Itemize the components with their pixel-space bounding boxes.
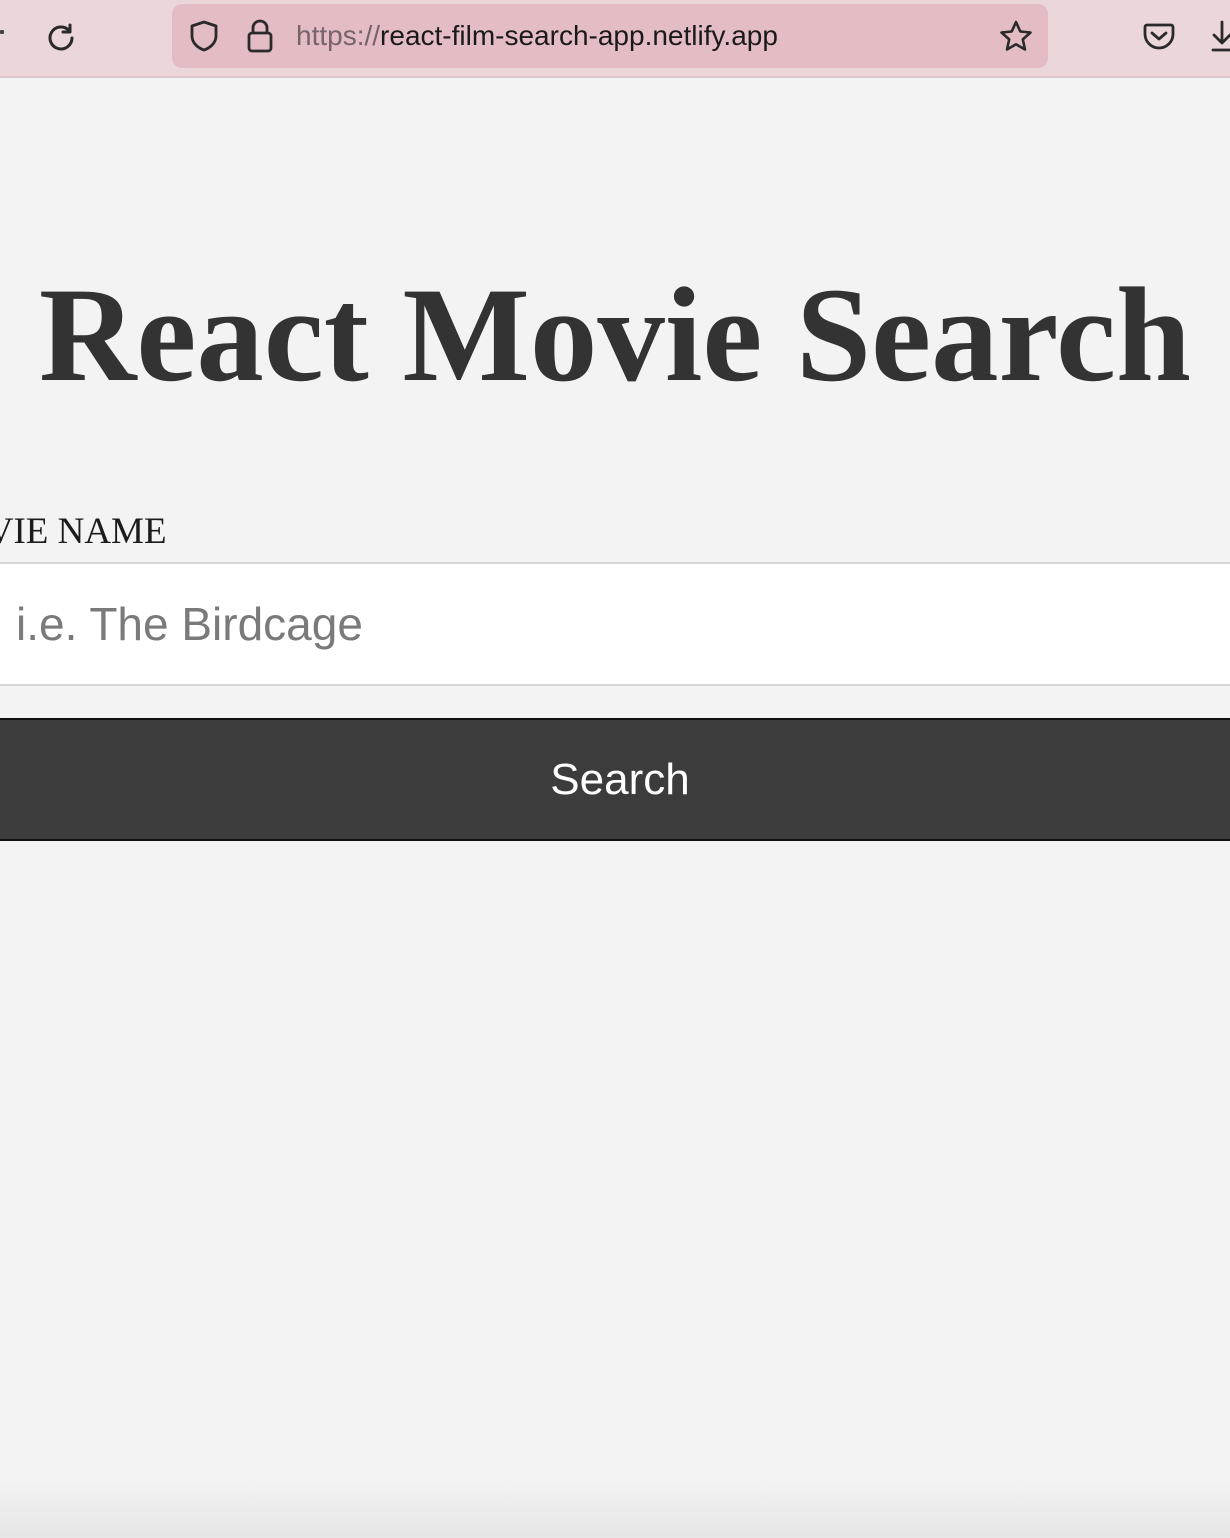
url-host: react-film-search-app.netlify.app [380,20,778,51]
page-bottom-shadow [0,1478,1230,1538]
search-input[interactable] [0,562,1230,686]
movie-name-label: OVIE NAME [0,511,167,552]
reload-icon[interactable] [42,19,80,57]
page-title: React Movie Search [38,261,1192,410]
lock-icon[interactable] [242,16,278,56]
url-scheme: https:// [296,20,381,51]
shield-icon[interactable] [186,18,222,54]
star-icon[interactable] [996,17,1036,57]
browser-toolbar: https://react-film-search-app.netlify.ap… [0,0,1230,78]
download-icon[interactable] [1210,16,1230,56]
pocket-icon[interactable] [1140,17,1178,55]
search-button[interactable]: Search [0,718,1230,841]
address-bar-url[interactable]: https://react-film-search-app.netlify.ap… [296,16,778,56]
back-button-icon[interactable] [0,30,4,34]
